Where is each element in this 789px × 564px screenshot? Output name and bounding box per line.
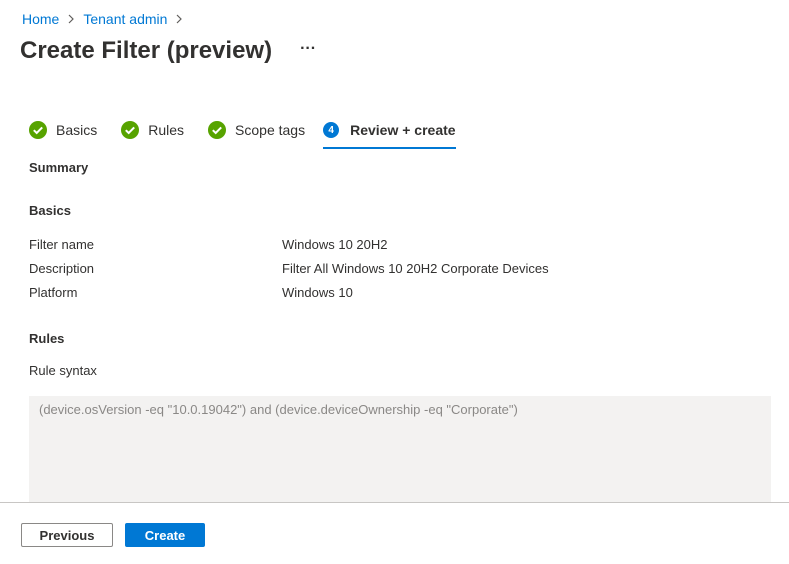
create-button[interactable]: Create xyxy=(125,523,205,547)
field-row-description: Description Filter All Windows 10 20H2 C… xyxy=(29,258,549,278)
breadcrumb-home-link[interactable]: Home xyxy=(22,11,59,27)
summary-heading: Summary xyxy=(29,160,89,175)
tab-rules[interactable]: Rules xyxy=(121,118,184,142)
more-ellipsis-icon[interactable]: ··· xyxy=(298,39,318,59)
breadcrumb-tenant-admin-link[interactable]: Tenant admin xyxy=(83,11,167,27)
checkmark-circle-icon xyxy=(208,121,227,139)
basics-heading: Basics xyxy=(29,203,71,218)
tab-label: Rules xyxy=(148,122,185,138)
breadcrumb: Home Tenant admin xyxy=(22,10,191,28)
tab-scope-tags[interactable]: Scope tags xyxy=(208,118,305,142)
footer-bar: Previous Create xyxy=(0,503,789,564)
field-label: Filter name xyxy=(29,236,95,252)
chevron-right-icon xyxy=(63,10,79,28)
tab-basics[interactable]: Basics xyxy=(29,118,97,142)
field-row-filter-name: Filter name Windows 10 20H2 xyxy=(29,234,388,254)
title-row: Create Filter (preview) ··· xyxy=(20,34,318,68)
tab-label: Review + create xyxy=(350,122,456,138)
rule-syntax-label: Rule syntax xyxy=(29,363,97,378)
checkmark-circle-icon xyxy=(29,121,47,139)
chevron-right-icon xyxy=(171,10,187,28)
tab-label: Basics xyxy=(56,122,98,138)
field-label: Platform xyxy=(29,284,78,300)
field-value: Windows 10 xyxy=(282,284,353,300)
create-filter-page: Home Tenant admin Create Filter (preview… xyxy=(0,0,789,564)
tab-review-create[interactable]: 4 Review + create xyxy=(323,118,457,149)
field-label: Description xyxy=(29,260,95,276)
field-value: Windows 10 20H2 xyxy=(282,236,388,252)
step-number-badge: 4 xyxy=(323,122,340,138)
previous-button[interactable]: Previous xyxy=(21,523,113,547)
rule-syntax-field: (device.osVersion -eq "10.0.19042") and … xyxy=(29,396,771,502)
field-value: Filter All Windows 10 20H2 Corporate Dev… xyxy=(282,260,549,276)
field-row-platform: Platform Windows 10 xyxy=(29,282,353,302)
tab-label: Scope tags xyxy=(235,122,306,138)
page-title: Create Filter (preview) xyxy=(20,37,273,64)
checkmark-circle-icon xyxy=(121,121,140,139)
rules-heading: Rules xyxy=(29,331,65,346)
wizard-tabs: Basics Rules Scope tags 4 Review + creat… xyxy=(29,118,480,150)
